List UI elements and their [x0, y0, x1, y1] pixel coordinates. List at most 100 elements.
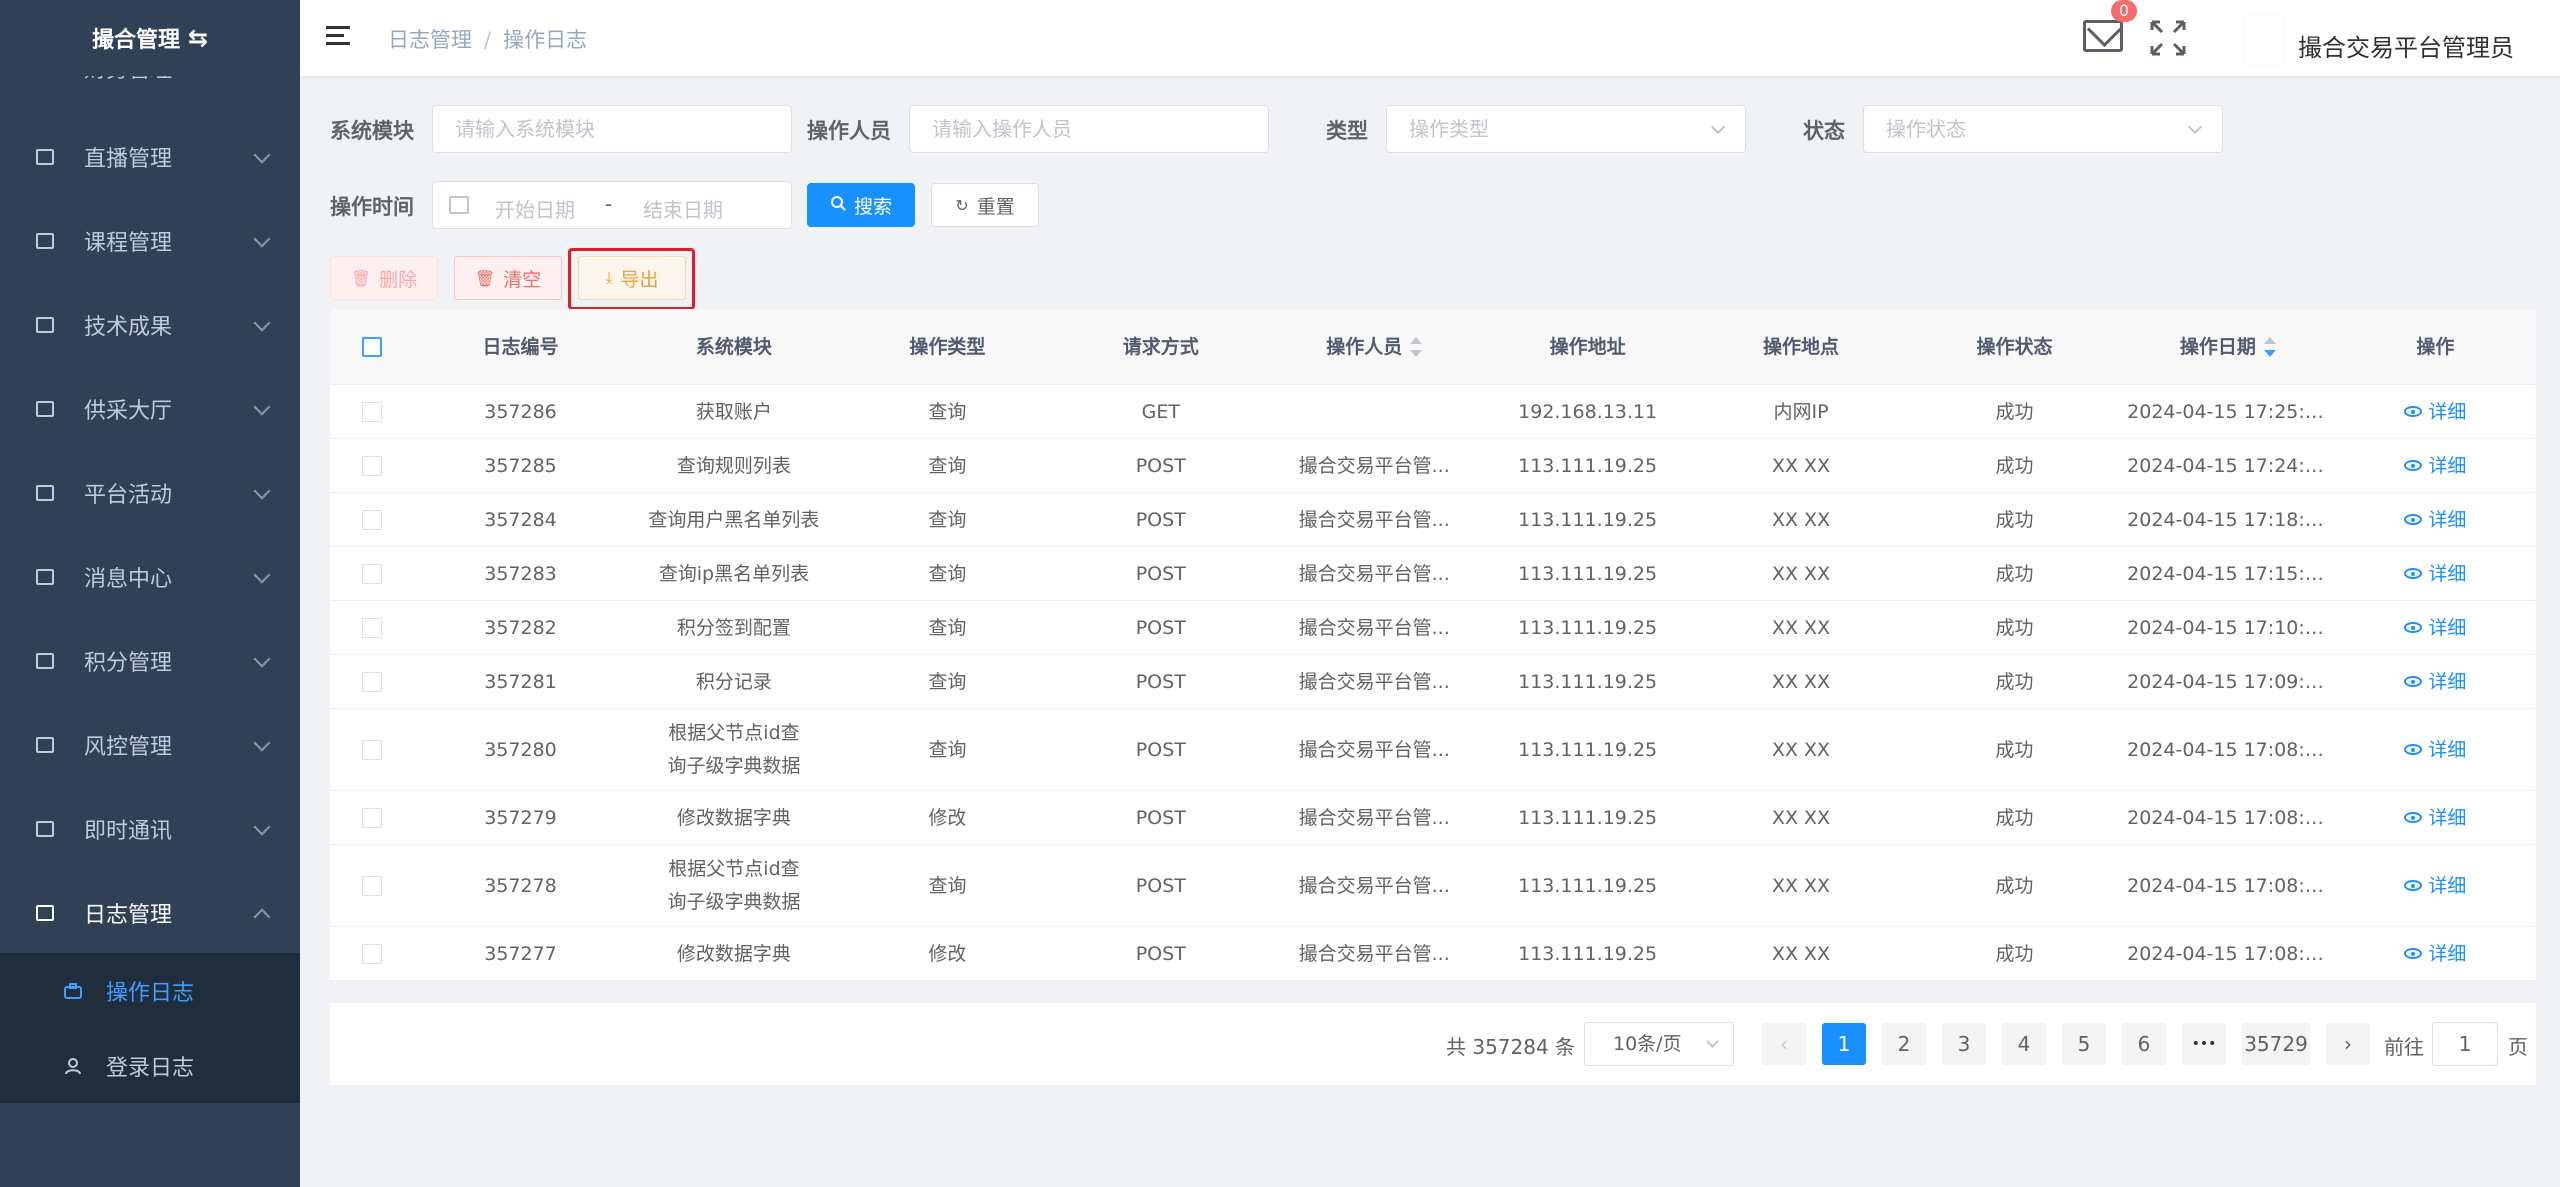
- trash-icon: 🗑: [350, 268, 372, 288]
- more-pages-icon[interactable]: •••: [2182, 1023, 2226, 1065]
- sidebar-item-live[interactable]: 直播管理: [0, 115, 300, 199]
- table-row[interactable]: 357278 根据父节点id查询子级字典数据 查询 POST 撮合交易平台管... 113…: [330, 845, 2536, 927]
- detail-link[interactable]: 详细: [2404, 558, 2466, 590]
- row-checkbox[interactable]: [361, 618, 382, 638]
- reset-button[interactable]: ↻ 重置: [931, 183, 1039, 227]
- detail-link-label: 详细: [2428, 874, 2467, 897]
- calendar-icon: [449, 196, 469, 214]
- cell-type: 查询: [928, 508, 967, 531]
- user-name[interactable]: 撮合交易平台管理员: [2298, 28, 2514, 63]
- table-row[interactable]: 357282 积分签到配置 查询 POST 撮合交易平台管... 113.111.19.2…: [330, 601, 2536, 655]
- table-row[interactable]: 357285 查询规则列表 查询 POST 撮合交易平台管... 113.111.19.2…: [330, 439, 2536, 493]
- cell-action: 详细: [2335, 869, 2536, 902]
- module-label: 系统模块: [330, 119, 414, 143]
- end-date-input[interactable]: 结束日期: [643, 194, 723, 223]
- sidebar-subitem-operation-log[interactable]: 操作日志: [0, 953, 300, 1028]
- type-select[interactable]: 操作类型: [1386, 105, 1746, 153]
- detail-link[interactable]: 详细: [2404, 870, 2466, 902]
- detail-link[interactable]: 详细: [2404, 504, 2466, 536]
- module-input[interactable]: 请输入系统模块: [432, 105, 792, 153]
- row-checkbox[interactable]: [361, 402, 382, 422]
- last-page-button[interactable]: 35729: [2242, 1023, 2310, 1065]
- detail-link[interactable]: 详细: [2404, 802, 2466, 834]
- sidebar-item-label: 消息中心: [84, 567, 173, 592]
- table-row[interactable]: 357284 查询用户黑名单列表 查询 POST 撮合交易平台管... 113.111.1…: [330, 493, 2536, 547]
- table-row[interactable]: 357280 根据父节点id查询子级字典数据 查询 POST 撮合交易平台管... 113…: [330, 709, 2536, 791]
- start-date-input[interactable]: 开始日期: [495, 194, 575, 223]
- sidebar-item-supply[interactable]: 供采大厅: [0, 367, 300, 451]
- column-header-sortable[interactable]: 操作人员: [1267, 331, 1480, 363]
- table-row[interactable]: 357277 修改数据字典 修改 POST 撮合交易平台管... 113.111.19.2…: [330, 927, 2536, 981]
- cell-method: POST: [1135, 874, 1186, 897]
- table-row[interactable]: 357279 修改数据字典 修改 POST 撮合交易平台管... 113.111.19.2…: [330, 791, 2536, 845]
- sidebar-item-points[interactable]: 积分管理: [0, 619, 300, 703]
- cell-date: 2024-04-15 17:18:32: [2127, 508, 2329, 531]
- page-button[interactable]: 1: [1822, 1023, 1866, 1065]
- page-button[interactable]: 6: [2122, 1023, 2166, 1065]
- row-checkbox[interactable]: [361, 564, 382, 584]
- detail-link[interactable]: 详细: [2404, 666, 2466, 698]
- row-checkbox[interactable]: [361, 456, 382, 476]
- table-row[interactable]: 357283 查询ip黑名单列表 查询 POST 撮合交易平台管... 113.111.1…: [330, 547, 2536, 601]
- detail-link[interactable]: 详细: [2404, 396, 2466, 428]
- row-checkbox[interactable]: [361, 672, 382, 692]
- page-size-value: 10条/页: [1613, 1033, 1682, 1055]
- row-checkbox[interactable]: [361, 808, 382, 828]
- next-page-button[interactable]: ›: [2326, 1023, 2370, 1065]
- sidebar-subitem-login-log[interactable]: 登录日志: [0, 1028, 300, 1103]
- goto-page-input[interactable]: 1: [2432, 1022, 2498, 1066]
- sidebar-item-message[interactable]: 消息中心: [0, 535, 300, 619]
- table-row[interactable]: 357286 获取账户 查询 GET 192.168.13.11 内网IP 成功 2024-0…: [330, 385, 2536, 439]
- page-button[interactable]: 3: [1942, 1023, 1986, 1065]
- operator-input[interactable]: 请输入操作人员: [909, 105, 1269, 153]
- cell-date: 2024-04-15 17:24:01: [2127, 454, 2329, 477]
- sidebar-item-risk[interactable]: 风控管理: [0, 703, 300, 787]
- top-header: 日志管理 / 操作日志 0 撮合交易平台管理员: [300, 0, 2560, 76]
- sidebar-item-activity[interactable]: 平台活动: [0, 451, 300, 535]
- sidebar-item-log[interactable]: 日志管理: [0, 871, 300, 955]
- row-checkbox[interactable]: [361, 944, 382, 964]
- table-row[interactable]: 357281 积分记录 查询 POST 撮合交易平台管... 113.111.19.25 X…: [330, 655, 2536, 709]
- breadcrumb-item[interactable]: 日志管理: [388, 28, 472, 52]
- status-select[interactable]: 操作状态: [1863, 105, 2223, 153]
- cell-operator: 撮合交易平台管...: [1298, 616, 1450, 639]
- mail-icon[interactable]: [2083, 20, 2123, 52]
- cell-operator: 撮合交易平台管...: [1298, 874, 1450, 897]
- page-button[interactable]: 5: [2062, 1023, 2106, 1065]
- avatar[interactable]: [2244, 14, 2284, 66]
- detail-link[interactable]: 详细: [2404, 734, 2466, 766]
- mail-badge: 0: [2111, 0, 2137, 22]
- prev-page-button[interactable]: ‹: [1762, 1023, 1806, 1065]
- sidebar-item-label: 日志管理: [84, 903, 173, 928]
- detail-link[interactable]: 详细: [2404, 450, 2466, 482]
- date-range-picker[interactable]: 开始日期 - 结束日期: [432, 181, 792, 229]
- cell-status: 成功: [1995, 738, 2034, 761]
- select-all-checkbox[interactable]: [361, 337, 382, 357]
- fullscreen-icon[interactable]: [2148, 18, 2188, 58]
- sidebar-item-im[interactable]: 即时通讯: [0, 787, 300, 871]
- cell-status: 成功: [1995, 400, 2034, 423]
- detail-link-label: 详细: [2428, 562, 2467, 585]
- column-header-sortable[interactable]: 操作日期: [2121, 331, 2334, 363]
- cell-status: 成功: [1995, 806, 2034, 829]
- cell-location: XX XX: [1771, 454, 1831, 477]
- sort-icon[interactable]: [2263, 337, 2276, 357]
- page-button[interactable]: 4: [2002, 1023, 2046, 1065]
- row-checkbox[interactable]: [361, 510, 382, 530]
- clear-button[interactable]: 🗑 清空: [454, 256, 562, 300]
- search-button[interactable]: 搜索: [807, 183, 915, 227]
- detail-link[interactable]: 详细: [2404, 612, 2466, 644]
- hamburger-icon[interactable]: [326, 26, 350, 48]
- page-button[interactable]: 2: [1882, 1023, 1926, 1065]
- sidebar-item-course[interactable]: 课程管理: [0, 199, 300, 283]
- sidebar-item-label: 课程管理: [84, 231, 173, 256]
- sidebar-item-tech[interactable]: 技术成果: [0, 283, 300, 367]
- detail-link[interactable]: 详细: [2404, 938, 2466, 970]
- sort-icon[interactable]: [1410, 337, 1423, 357]
- page-size-select[interactable]: 10条/页: [1584, 1022, 1734, 1066]
- switch-icon[interactable]: ⇆: [188, 24, 208, 52]
- cell-method: POST: [1135, 454, 1186, 477]
- delete-button[interactable]: 🗑 删除: [330, 256, 438, 300]
- row-checkbox[interactable]: [361, 740, 382, 760]
- row-checkbox[interactable]: [361, 876, 382, 896]
